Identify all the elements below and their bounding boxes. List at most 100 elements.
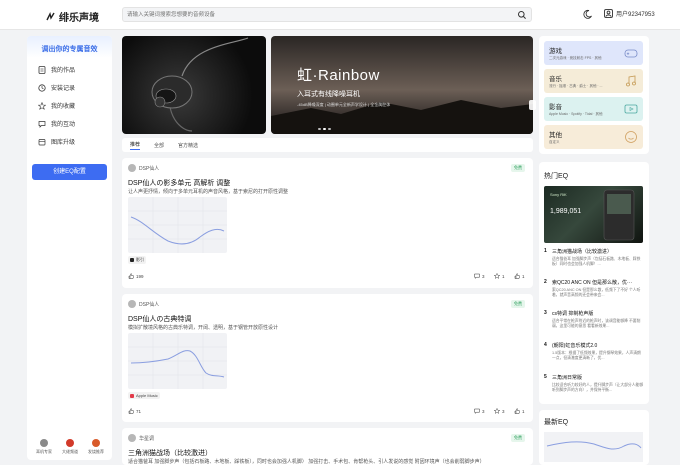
- category-other[interactable]: 其他 自定义: [544, 125, 643, 149]
- user-menu[interactable]: 用户92347953: [604, 9, 655, 18]
- hot-eq-item-desc: 索QC20 ANC ON 但是那么散，低频下了不好 个人听着，就声音高频的还会带…: [552, 288, 641, 297]
- hot-eq-item-desc: 适合猫爸耳 加强脚步声（包括石板路、木地板、踩铁板）同时也会加强人机脚！...: [552, 257, 641, 266]
- avatar[interactable]: [128, 434, 136, 442]
- status-badge: 免费: [511, 164, 525, 172]
- tab-official[interactable]: 官方精选: [178, 142, 198, 149]
- post-author[interactable]: DSP仙人: [139, 165, 159, 172]
- comment-icon: [38, 120, 46, 128]
- sidebar-item-interactions[interactable]: 我的互动: [38, 119, 75, 128]
- sidebar-item-label: 图库升级: [51, 140, 76, 146]
- tab-all[interactable]: 全部: [154, 142, 164, 149]
- banner-rainbow[interactable]: 虹·Rainbow 入耳式有线降噪耳机 -45dB降噪深度 | 动圈单元全新声学…: [271, 36, 533, 134]
- eq-curve-thumbnail[interactable]: [128, 197, 227, 253]
- post-title[interactable]: 三角洲猫战场（比较激进）: [128, 448, 212, 458]
- footer-link-recommend[interactable]: 发烧推荐: [83, 439, 109, 455]
- footer-link-channel[interactable]: 大佬频道: [57, 439, 83, 455]
- sidebar-item-favorites[interactable]: 我的收藏: [38, 101, 75, 110]
- history-icon: [38, 83, 46, 92]
- footer-label: 大佬频道: [62, 449, 78, 454]
- avatar[interactable]: [128, 300, 136, 308]
- category-sub: 自定义: [549, 140, 560, 144]
- category-music[interactable]: 音乐 流行 · 摇滚 · 古典 · 爵士 · 其他 · ...: [544, 69, 643, 93]
- hot-eq-item[interactable]: 5 三角洲日常版 比较适合听力较好的人，提升脚步声（让大部分人能够听到脚步声的方…: [544, 374, 644, 402]
- avatar[interactable]: [128, 164, 136, 172]
- apple-music-icon: [130, 393, 134, 398]
- like-count: 199: [136, 273, 144, 279]
- comment-button[interactable]: 3: [474, 273, 485, 279]
- post-title[interactable]: DSP仙人の影多单元 高解析 调整: [128, 178, 230, 188]
- banner-tagline: -45dB降噪深度 | 动圈单元全新声学设计 | 全金属腔体: [297, 102, 391, 107]
- like-button[interactable]: 71: [128, 408, 141, 414]
- post-title[interactable]: DSP仙人の古典特调: [128, 314, 191, 324]
- channel-icon: [66, 439, 74, 447]
- star-icon: [38, 101, 46, 110]
- star-button[interactable]: 3: [494, 408, 505, 414]
- create-eq-button[interactable]: 创建EQ配置: [32, 164, 107, 180]
- thumbs-up-icon: [128, 273, 134, 279]
- category-sub: 二次元游戏 · 竞技射击 FPS · 其他: [549, 56, 602, 60]
- category-sub: 流行 · 摇滚 · 古典 · 爵士 · 其他 · ...: [549, 84, 603, 88]
- source-icon: [130, 258, 134, 262]
- comment-count: 3: [482, 273, 485, 279]
- eq-curve-thumbnail[interactable]: [128, 333, 227, 389]
- hot-eq-item[interactable]: 2 索QC20 ANC ON 但是那么散，优··· 索QC20 ANC ON 但…: [544, 279, 644, 307]
- document-icon: [38, 65, 46, 74]
- thumb-button[interactable]: 1: [514, 273, 525, 279]
- newest-eq-title: 最新EQ: [544, 419, 569, 426]
- eq-curve-icon: [544, 432, 643, 462]
- source-tag[interactable]: Apple Music: [128, 392, 160, 399]
- hot-eq-item-title: 三角洲猫战场（比较激进）: [552, 249, 613, 255]
- comment-icon: [474, 273, 480, 279]
- hot-eq-item[interactable]: 4 (朝阳)虹音乐模式2.0 1.5版本：根据了低频效果，提升钢琴效果，人声清朗…: [544, 342, 644, 370]
- footer-link-expert[interactable]: 耳机专家: [31, 439, 57, 455]
- post-author[interactable]: 华星调: [139, 435, 154, 442]
- app-logo[interactable]: 绯乐声境: [46, 9, 99, 24]
- sidebar-item-my-works[interactable]: 我的作品: [38, 65, 75, 74]
- top-bar: 绯乐声境 用户92347953: [0, 0, 680, 30]
- tab-recommend[interactable]: 推荐: [130, 141, 141, 150]
- hot-eq-item[interactable]: 1 三角洲猫战场（比较激进） 适合猫爸耳 加强脚步声（包括石板路、木地板、踩铁板…: [544, 248, 644, 276]
- search-icon[interactable]: [517, 10, 527, 20]
- banner-earphone-image[interactable]: [122, 36, 266, 134]
- post-description: 适合猫爸耳 加强脚步声（包括石板路、木地板、踩铁板），同时也会加强人机脚） 加强…: [128, 459, 485, 465]
- hot-eq-item-title: 索QC20 ANC ON 但是那么散，优···: [552, 280, 633, 286]
- thumbs-up-icon: [514, 273, 520, 279]
- search-input[interactable]: [127, 10, 507, 20]
- banner-next-arrow[interactable]: [529, 100, 536, 110]
- hot-eq-item[interactable]: 3 cs特调 抑制枪声版 适合平常在枪声附近的枪声时，该调音能够降 不要削弱，这…: [544, 310, 644, 338]
- thumb-button[interactable]: 1: [514, 408, 525, 414]
- mountain-image: [271, 100, 533, 134]
- feed-tabs: 推荐 全部 官方精选: [122, 138, 533, 152]
- feed-post[interactable]: 华星调 免费 三角洲猫战场（比较激进） 适合猫爸耳 加强脚步声（包括石板路、木地…: [122, 428, 533, 465]
- hot-eq-cover-image[interactable]: Sony RiK 1,989,051: [544, 186, 643, 243]
- expert-icon: [40, 439, 48, 447]
- hot-eq-item-title: 三角洲日常版: [552, 375, 583, 381]
- logo-text: 绯乐声境: [59, 13, 99, 24]
- hot-eq-item-desc: 适合平常在枪声附近的枪声时，该调音能够降 不要削弱，这里可能的意思 看看新效果.…: [552, 319, 641, 328]
- eq-curve-icon: [128, 333, 227, 389]
- source-tag[interactable]: 影引: [128, 256, 146, 264]
- comment-icon: [474, 408, 480, 414]
- hot-eq-item-title: (朝阳)虹音乐模式2.0: [552, 343, 598, 349]
- feed-post[interactable]: DSP仙人 免费 DSP仙人の影多单元 高解析 调整 让人声更抒情，倾向于多单元…: [122, 158, 533, 288]
- rank-number: 5: [544, 374, 547, 380]
- sidebar-item-label: 安装记录: [51, 86, 76, 92]
- rank-number: 4: [544, 342, 547, 348]
- theme-toggle-icon[interactable]: [582, 9, 593, 20]
- banner-pager[interactable]: [318, 128, 331, 130]
- comment-button[interactable]: 3: [474, 408, 485, 414]
- post-author[interactable]: DSP仙人: [139, 301, 159, 308]
- category-name: 影音: [549, 104, 562, 111]
- sidebar-item-upgrade[interactable]: 图库升级: [38, 137, 75, 146]
- category-name: 音乐: [549, 76, 562, 83]
- category-video[interactable]: 影音 Apple Music · Spotify · Tidal · 其他: [544, 97, 643, 121]
- sidebar-item-label: 我的互动: [51, 122, 76, 128]
- like-button[interactable]: 199: [128, 273, 144, 279]
- category-game[interactable]: 游戏 二次元游戏 · 竞技射击 FPS · 其他: [544, 41, 643, 65]
- sidebar-item-install-history[interactable]: 安装记录: [38, 83, 75, 92]
- user-name: 用户92347953: [616, 12, 655, 18]
- search-box[interactable]: [122, 7, 532, 22]
- feed-post[interactable]: DSP仙人 免费 DSP仙人の古典特调 模拟扩散境风格的古典乐特调，开阔、透明，…: [122, 294, 533, 422]
- star-button[interactable]: 1: [494, 273, 505, 279]
- sidebar-title: 调出你的专属音效: [41, 46, 98, 53]
